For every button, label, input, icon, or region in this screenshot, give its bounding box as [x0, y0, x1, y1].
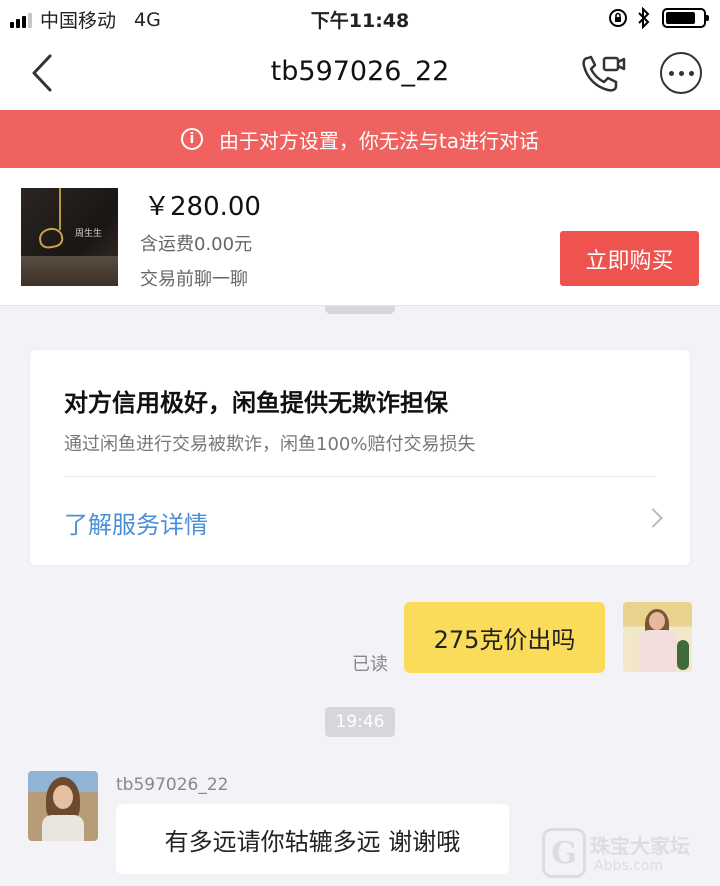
time-divider: 19:46 [325, 707, 395, 737]
status-right [608, 7, 709, 29]
more-button[interactable] [660, 52, 702, 94]
back-button[interactable] [22, 50, 62, 96]
peer-avatar[interactable] [28, 771, 98, 841]
shipping-fee: 含运费0.00元 [140, 234, 253, 255]
watermark-text: 珠宝大家坛 [590, 834, 690, 858]
sender-name: tb597026_22 [116, 775, 229, 795]
guarantee-title: 对方信用极好，闲鱼提供无欺诈担保 [64, 389, 448, 417]
outgoing-message-bubble[interactable]: 275克价出吗 [404, 602, 605, 673]
more-icon-dot [688, 70, 694, 76]
phone-video-icon [582, 55, 626, 92]
read-status: 已读 [352, 654, 388, 675]
status-left: 中国移动 4G [10, 6, 161, 33]
guarantee-card: 对方信用极好，闲鱼提供无欺诈担保 通过闲鱼进行交易被欺诈，闲鱼100%赔付交易损… [29, 349, 691, 566]
status-bar: 中国移动 4G 下午11:48 [0, 0, 720, 36]
blocked-chat-banner: i 由于对方设置，你无法与ta进行对话 [0, 110, 720, 168]
more-icon-dot [668, 70, 674, 76]
banner-text: 由于对方设置，你无法与ta进行对话 [218, 128, 540, 153]
info-icon: i [180, 128, 203, 150]
signal-strength-icon [10, 12, 34, 28]
buy-now-button[interactable]: 立即购买 [560, 231, 699, 286]
call-button[interactable] [578, 50, 626, 96]
chevron-right-icon [643, 508, 663, 528]
chevron-left-icon [32, 54, 52, 92]
service-details-label: 了解服务详情 [64, 511, 208, 539]
avatar[interactable] [623, 602, 692, 672]
watermark-url: Abbs.com [594, 858, 663, 874]
incoming-message-bubble[interactable]: 有多远请你轱辘多远 谢谢哦 [116, 804, 509, 874]
rotation-lock-icon [609, 9, 627, 27]
bluetooth-icon [638, 7, 650, 29]
watermark-logo: G [542, 828, 586, 878]
watermark: G 珠宝大家坛 Abbs.com [540, 822, 720, 886]
battery-icon [662, 8, 709, 28]
guarantee-subtitle: 通过闲鱼进行交易被欺诈，闲鱼100%赔付交易损失 [64, 434, 476, 455]
nav-bar: tb597026_22 [0, 36, 720, 110]
service-details-link[interactable]: 了解服务详情 [30, 477, 690, 565]
product-thumbnail[interactable]: 周生生 [21, 188, 118, 286]
network-type: 4G [134, 8, 161, 31]
more-icon-dot [678, 70, 684, 76]
product-bar: 周生生 ￥280.00 含运费0.00元 交易前聊一聊 立即购买 [0, 168, 720, 306]
trade-note: 交易前聊一聊 [140, 269, 248, 290]
product-price: ￥280.00 [144, 192, 261, 222]
pull-tab[interactable] [325, 306, 395, 314]
carrier-name: 中国移动 [40, 10, 117, 32]
